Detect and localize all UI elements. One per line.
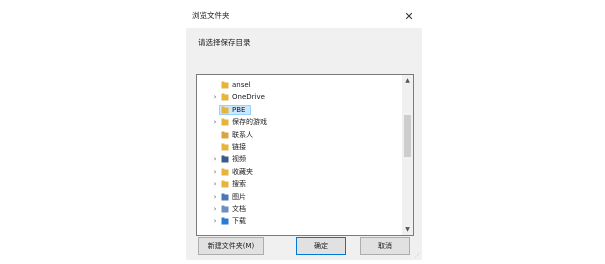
videos-icon	[221, 155, 229, 163]
tree-item[interactable]: › 下载	[197, 215, 399, 227]
cancel-button[interactable]: 取消	[360, 237, 410, 255]
dialog-title: 浏览文件夹	[192, 11, 230, 20]
tree-item[interactable]: › 收藏夹	[197, 166, 399, 178]
chevron-right-icon[interactable]: ›	[211, 203, 219, 215]
chevron-right-icon[interactable]: ›	[211, 191, 219, 203]
browse-folder-dialog: 浏览文件夹 ✕ 请选择保存目录 ansel › OneDrive PBE › 保存的游戏联…	[186, 6, 422, 260]
tree-item-label: 下载	[232, 217, 246, 226]
saved-games-icon	[221, 118, 229, 126]
tree-item-label: OneDrive	[232, 93, 265, 102]
ok-button[interactable]: 确定	[296, 237, 346, 255]
tree-item[interactable]: 链接	[197, 141, 399, 153]
tree-item-label: 联系人	[232, 130, 253, 139]
tree-item-label: PBE	[232, 105, 246, 114]
chevron-right-icon[interactable]: ›	[211, 166, 219, 178]
tree-item-label: 保存的游戏	[232, 118, 267, 127]
title-bar[interactable]: 浏览文件夹 ✕	[186, 6, 422, 28]
tree-item-label: 图片	[232, 192, 246, 201]
resize-grip-icon[interactable]: ⋰	[415, 253, 421, 259]
tree-item[interactable]: › 保存的游戏	[197, 116, 399, 128]
new-folder-button[interactable]: 新建文件夹(M)	[198, 237, 264, 255]
close-icon[interactable]: ✕	[398, 6, 420, 28]
tree-item-label: 链接	[232, 143, 246, 151]
chevron-right-icon[interactable]: ›	[211, 91, 219, 103]
pictures-icon	[221, 193, 229, 201]
contacts-icon	[221, 131, 229, 139]
chevron-right-icon[interactable]: ›	[211, 116, 219, 128]
tree-item-label: ansel	[232, 81, 251, 89]
chevron-right-icon[interactable]: ›	[211, 215, 219, 227]
tree-item[interactable]: › OneDrive	[197, 91, 399, 103]
links-icon	[221, 143, 229, 151]
chevron-right-icon[interactable]: ›	[211, 178, 219, 190]
search-folder-icon	[221, 180, 229, 188]
folder-icon	[221, 106, 229, 114]
tree-item-label: 收藏夹	[232, 167, 253, 176]
tree-item[interactable]: 联系人	[197, 129, 399, 141]
favorites-icon	[221, 168, 229, 176]
scroll-up-icon[interactable]: ▲	[402, 75, 413, 86]
tree-item[interactable]: › 图片	[197, 191, 399, 203]
scrollbar-thumb[interactable]	[404, 115, 411, 157]
tree-item[interactable]: PBE	[197, 104, 399, 116]
vertical-scrollbar[interactable]: ▲ ▼	[402, 75, 413, 235]
tree-item[interactable]: › 文档	[197, 203, 399, 215]
tree-item-label: 视频	[232, 155, 246, 164]
tree-item[interactable]: › 视频	[197, 153, 399, 165]
tree-item-label: 文档	[232, 205, 246, 213]
folder-icon	[221, 93, 229, 101]
folder-icon	[221, 81, 229, 89]
folder-tree[interactable]: ansel › OneDrive PBE › 保存的游戏联系人链接 › 视频 › 收藏夹 › 搜索 › 图…	[196, 74, 414, 236]
tree-item[interactable]: ansel	[197, 79, 399, 91]
documents-icon	[221, 205, 229, 213]
tree-item[interactable]: › 搜索	[197, 178, 399, 190]
tree-item-label: 搜索	[232, 180, 246, 189]
prompt-text: 请选择保存目录	[198, 38, 251, 47]
chevron-right-icon[interactable]: ›	[211, 153, 219, 165]
downloads-icon	[221, 217, 229, 225]
scroll-down-icon[interactable]: ▼	[402, 224, 413, 235]
